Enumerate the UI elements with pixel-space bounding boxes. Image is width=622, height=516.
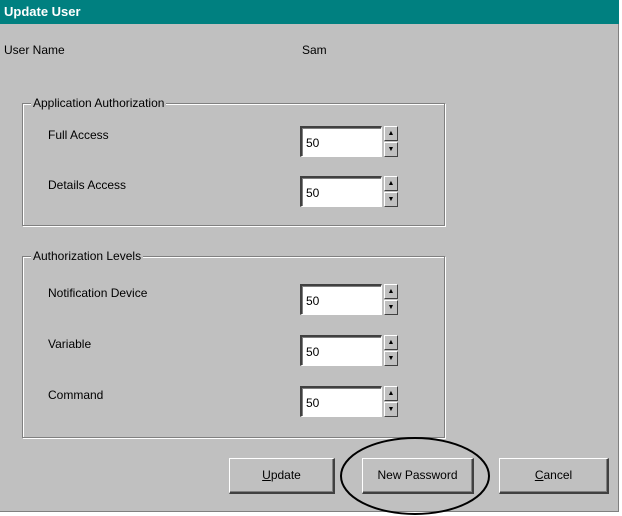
command-label: Command <box>48 388 104 402</box>
arrow-up-icon: ▲ <box>387 390 395 397</box>
notification-device-label: Notification Device <box>48 286 148 300</box>
details-access-input[interactable]: 50 <box>300 176 382 207</box>
notification-device-down-button[interactable]: ▼ <box>384 300 398 315</box>
update-user-dialog: Update User User Name Sam Application Au… <box>0 0 619 512</box>
variable-up-button[interactable]: ▲ <box>384 335 398 350</box>
variable-label: Variable <box>48 337 92 351</box>
arrow-up-icon: ▲ <box>387 180 395 187</box>
update-label-rest: pdate <box>270 468 301 482</box>
cancel-label-rest: ancel <box>543 468 573 482</box>
arrow-up-icon: ▲ <box>387 130 395 137</box>
new-password-button[interactable]: New Password <box>362 458 474 494</box>
details-access-label: Details Access <box>48 178 127 192</box>
full-access-label: Full Access <box>48 128 109 142</box>
full-access-down-button[interactable]: ▼ <box>384 142 398 157</box>
arrow-down-icon: ▼ <box>387 355 395 362</box>
command-input[interactable]: 50 <box>300 386 382 417</box>
command-up-button[interactable]: ▲ <box>384 386 398 401</box>
application-authorization-title: Application Authorization <box>31 96 167 110</box>
update-mnemonic: U <box>262 468 271 482</box>
arrow-down-icon: ▼ <box>387 304 395 311</box>
details-access-down-button[interactable]: ▼ <box>384 192 398 207</box>
details-access-up-button[interactable]: ▲ <box>384 176 398 191</box>
variable-input[interactable]: 50 <box>300 335 382 366</box>
notification-device-up-button[interactable]: ▲ <box>384 284 398 299</box>
full-access-input[interactable]: 50 <box>300 126 382 157</box>
notification-device-input[interactable]: 50 <box>300 284 382 315</box>
cancel-button[interactable]: Cancel <box>499 458 609 494</box>
variable-down-button[interactable]: ▼ <box>384 351 398 366</box>
application-authorization-group: Application Authorization <box>22 96 445 226</box>
update-button[interactable]: Update <box>229 458 335 494</box>
arrow-up-icon: ▲ <box>387 339 395 346</box>
user-name-value: Sam <box>302 43 327 57</box>
authorization-levels-title: Authorization Levels <box>31 249 144 263</box>
command-down-button[interactable]: ▼ <box>384 402 398 417</box>
arrow-down-icon: ▼ <box>387 196 395 203</box>
arrow-down-icon: ▼ <box>387 406 395 413</box>
user-name-label: User Name <box>4 43 65 57</box>
full-access-up-button[interactable]: ▲ <box>384 126 398 141</box>
arrow-down-icon: ▼ <box>387 146 395 153</box>
arrow-up-icon: ▲ <box>387 288 395 295</box>
window-title: Update User <box>0 0 619 24</box>
